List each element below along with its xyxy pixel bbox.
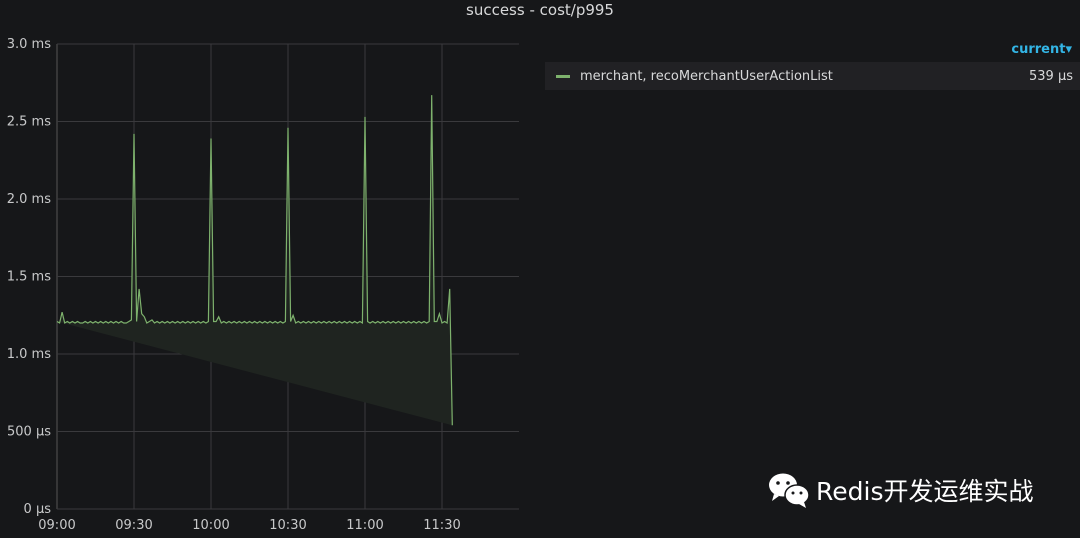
watermark-text: Redis开发运维实战	[816, 477, 1034, 506]
watermark: Redis开发运维实战	[766, 470, 1033, 510]
legend-swatch	[556, 74, 570, 78]
y-tick-label: 2.0 ms	[7, 192, 51, 207]
y-tick-label: 1.0 ms	[7, 347, 51, 362]
y-tick-label: 0 µs	[24, 502, 52, 517]
chart: 0 µs 500 µs 1.0 ms 1.5 ms 2.0 ms 2.5 ms 3.0 ms…	[7, 37, 519, 533]
y-tick-label: 1.5 ms	[7, 270, 51, 285]
x-tick-label: 10:30	[269, 518, 306, 533]
legend: current▾ merchant, recoMerchantUserActio…	[545, 40, 1080, 90]
legend-item[interactable]: merchant, recoMerchantUserActionList 539…	[545, 62, 1080, 90]
wechat-icon	[769, 473, 810, 508]
x-tick-label: 10:00	[192, 518, 229, 533]
y-tick-label: 500 µs	[7, 425, 51, 440]
series-area	[57, 95, 453, 426]
x-tick-label: 11:00	[346, 518, 383, 533]
legend-item-current: 539 µs	[1029, 68, 1073, 84]
x-tick-label: 09:30	[115, 518, 152, 533]
legend-item-name[interactable]: merchant, recoMerchantUserActionList	[580, 69, 1029, 84]
x-tick-label: 11:30	[423, 518, 460, 533]
y-tick-label: 3.0 ms	[7, 37, 51, 52]
y-tick-label: 2.5 ms	[7, 115, 51, 130]
x-tick-label: 09:00	[38, 518, 75, 533]
axis-labels: 0 µs 500 µs 1.0 ms 1.5 ms 2.0 ms 2.5 ms 3.0 ms…	[7, 37, 461, 533]
legend-sort-current[interactable]: current▾	[545, 40, 1080, 62]
